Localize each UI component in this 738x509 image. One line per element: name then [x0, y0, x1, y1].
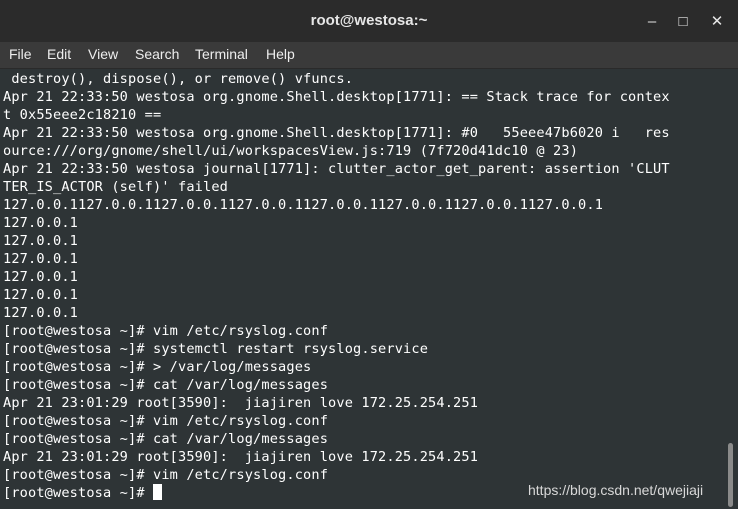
terminal-line: [root@westosa ~]# cat /var/log/messages	[3, 377, 329, 393]
terminal-line: [root@westosa ~]# cat /var/log/messages	[3, 431, 329, 447]
terminal-line: [root@westosa ~]# vim /etc/rsyslog.conf	[3, 413, 329, 429]
terminal-line: [root@westosa ~]# systemctl restart rsys…	[3, 341, 429, 357]
menu-terminal[interactable]: Terminal	[195, 46, 248, 62]
maximize-button[interactable]: □	[673, 12, 693, 32]
terminal-line: 127.0.0.1	[3, 215, 79, 231]
terminal-line: 127.0.0.1	[3, 287, 79, 303]
menu-bar: File Edit View Search Terminal Help	[0, 42, 738, 69]
minimize-button[interactable]: –	[642, 12, 662, 32]
terminal-line: Apr 21 22:33:50 westosa journal[1771]: c…	[3, 161, 670, 177]
terminal-line: Apr 21 22:33:50 westosa org.gnome.Shell.…	[3, 89, 670, 105]
terminal-line: Apr 21 23:01:29 root[3590]: jiajiren lov…	[3, 449, 479, 465]
menu-view[interactable]: View	[88, 46, 118, 62]
text-cursor	[153, 484, 163, 500]
menu-edit[interactable]: Edit	[47, 46, 71, 62]
scrollbar[interactable]	[724, 69, 738, 509]
close-button[interactable]: ✕	[707, 12, 727, 32]
terminal-line: t 0x55eee2c18210 ==	[3, 107, 162, 123]
terminal-line: 127.0.0.1	[3, 233, 79, 249]
terminal-output[interactable]: destroy(), dispose(), or remove() vfuncs…	[0, 69, 724, 509]
terminal-prompt: [root@westosa ~]#	[3, 485, 154, 501]
terminal-line: TER_IS_ACTOR (self)' failed	[3, 179, 229, 195]
window-title: root@westosa:~	[310, 12, 428, 29]
terminal-lines: destroy(), dispose(), or remove() vfuncs…	[3, 70, 670, 502]
watermark-text: https://blog.csdn.net/qwejiaji	[528, 482, 704, 498]
terminal-line: Apr 21 22:33:50 westosa org.gnome.Shell.…	[3, 125, 670, 141]
terminal-line: 127.0.0.1	[3, 305, 79, 321]
scrollbar-thumb[interactable]	[728, 443, 733, 507]
terminal-line: 127.0.0.1	[3, 269, 79, 285]
terminal-line: destroy(), dispose(), or remove() vfuncs…	[3, 71, 354, 87]
terminal-line: [root@westosa ~]# vim /etc/rsyslog.conf	[3, 323, 329, 339]
terminal-line: ource:///org/gnome/shell/ui/workspacesVi…	[3, 143, 579, 159]
terminal-line: 127.0.0.1127.0.0.1127.0.0.1127.0.0.1127.…	[3, 197, 604, 213]
menu-help[interactable]: Help	[266, 46, 295, 62]
title-bar[interactable]: root@westosa:~ – □ ✕	[0, 0, 738, 43]
terminal-line: [root@westosa ~]# > /var/log/messages	[3, 359, 312, 375]
terminal-line: 127.0.0.1	[3, 251, 79, 267]
menu-file[interactable]: File	[9, 46, 32, 62]
menu-search[interactable]: Search	[135, 46, 179, 62]
terminal-line: Apr 21 23:01:29 root[3590]: jiajiren lov…	[3, 395, 479, 411]
